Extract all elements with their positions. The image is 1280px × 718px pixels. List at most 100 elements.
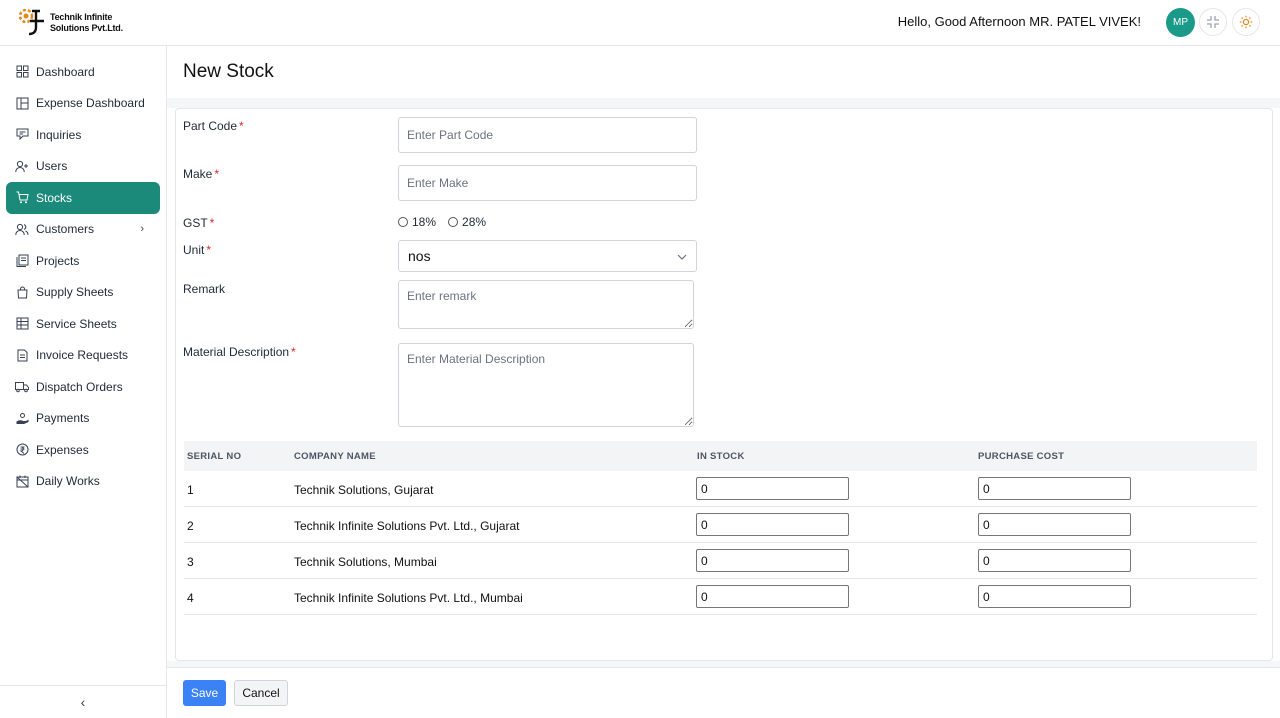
calendar-icon bbox=[15, 474, 29, 488]
logo-line1: Technik Infinite bbox=[50, 12, 113, 22]
in-stock-input[interactable] bbox=[696, 585, 849, 608]
sun-icon bbox=[1239, 15, 1253, 29]
serial-cell: 2 bbox=[187, 519, 194, 533]
greeting-text: Hello, Good Afternoon MR. PATEL VIVEK! bbox=[897, 14, 1141, 29]
sidebar-item-label: Daily Works bbox=[36, 474, 100, 489]
company-cell: Technik Infinite Solutions Pvt. Ltd., Mu… bbox=[294, 591, 523, 605]
sidebar-item-expense-dashboard[interactable]: Expense Dashboard bbox=[6, 88, 160, 120]
required-marker: * bbox=[291, 345, 296, 359]
inquiry-icon bbox=[15, 128, 29, 142]
sheet-icon bbox=[15, 317, 29, 331]
minimize-icon bbox=[1207, 16, 1219, 28]
unit-label: Unit * bbox=[183, 243, 212, 257]
sidebar-item-expenses[interactable]: Expenses bbox=[6, 434, 160, 466]
divider bbox=[167, 98, 1280, 108]
required-marker: * bbox=[206, 243, 212, 257]
sidebar-item-projects[interactable]: Projects bbox=[6, 245, 160, 277]
form-footer bbox=[167, 667, 1280, 718]
chevron-right-icon: › bbox=[140, 222, 144, 235]
users-icon bbox=[15, 222, 29, 236]
serial-cell: 3 bbox=[187, 555, 194, 569]
truck-icon bbox=[15, 380, 29, 394]
in-stock-input[interactable] bbox=[696, 513, 849, 536]
required-marker: * bbox=[214, 167, 220, 181]
purchase-cost-input[interactable] bbox=[978, 513, 1131, 536]
table-row: 3 Technik Solutions, Mumbai bbox=[184, 543, 1257, 579]
logo-mark-icon bbox=[18, 8, 44, 36]
sidebar-item-customers[interactable]: Customers › bbox=[6, 214, 160, 246]
bag-icon bbox=[15, 285, 29, 299]
sidebar-item-label: Projects bbox=[36, 253, 80, 268]
purchase-cost-input[interactable] bbox=[978, 549, 1131, 572]
table-row: 2 Technik Infinite Solutions Pvt. Ltd., … bbox=[184, 507, 1257, 543]
sidebar-item-label: Stocks bbox=[36, 190, 73, 205]
theme-toggle-button[interactable] bbox=[1232, 8, 1260, 36]
required-marker: * bbox=[209, 216, 215, 230]
invoice-icon bbox=[15, 348, 29, 362]
gst-label: GST * bbox=[183, 216, 215, 230]
part-code-label: Part Code * bbox=[183, 119, 244, 133]
sidebar-item-label: Payments bbox=[36, 411, 90, 426]
gst-radio-group: 18% 28% bbox=[398, 215, 498, 229]
sidebar-item-users[interactable]: Users bbox=[6, 151, 160, 183]
radio-button[interactable] bbox=[448, 217, 459, 227]
sidebar-item-label: Invoice Requests bbox=[36, 348, 129, 363]
cart-icon bbox=[15, 191, 29, 205]
sidebar-item-label: Dispatch Orders bbox=[36, 379, 123, 394]
gst-option-28[interactable]: 28% bbox=[448, 215, 486, 229]
top-header: Technik Infinite Solutions Pvt.Ltd. Hell… bbox=[0, 0, 1280, 46]
sidebar-item-label: Dashboard bbox=[36, 64, 95, 79]
cancel-button[interactable]: Cancel bbox=[234, 680, 288, 706]
minimize-button[interactable] bbox=[1199, 8, 1227, 36]
sidebar-item-supply-sheets[interactable]: Supply Sheets bbox=[6, 277, 160, 309]
sidebar-item-payments[interactable]: Payments bbox=[6, 403, 160, 435]
make-input[interactable] bbox=[398, 165, 697, 201]
gst-option-18[interactable]: 18% bbox=[398, 215, 436, 229]
serial-cell: 1 bbox=[187, 483, 194, 497]
payment-icon bbox=[15, 411, 29, 425]
unit-select[interactable]: nos bbox=[398, 240, 697, 272]
table-row: 1 Technik Solutions, Gujarat bbox=[184, 471, 1257, 507]
sidebar-item-inquiries[interactable]: Inquiries bbox=[6, 119, 160, 151]
table-header: SERIAL NO COMPANY NAME IN STOCK PURCHASE… bbox=[184, 441, 1257, 471]
material-description-textarea[interactable] bbox=[398, 343, 694, 427]
sidebar-item-dispatch-orders[interactable]: Dispatch Orders bbox=[6, 371, 160, 403]
sidebar-item-daily-works[interactable]: Daily Works bbox=[6, 466, 160, 498]
avatar[interactable]: MP bbox=[1166, 8, 1195, 37]
sidebar-item-label: Expenses bbox=[36, 442, 89, 457]
radio-button[interactable] bbox=[398, 217, 408, 227]
page-title: New Stock bbox=[183, 61, 274, 82]
remark-textarea[interactable] bbox=[398, 280, 694, 329]
part-code-input[interactable] bbox=[398, 117, 697, 153]
company-cell: Technik Solutions, Gujarat bbox=[294, 483, 434, 497]
company-logo[interactable]: Technik Infinite Solutions Pvt.Ltd. bbox=[18, 6, 128, 40]
sidebar: Dashboard Expense Dashboard Inquiries Us… bbox=[0, 46, 167, 718]
sidebar-item-invoice-requests[interactable]: Invoice Requests bbox=[6, 340, 160, 372]
in-stock-input[interactable] bbox=[696, 549, 849, 572]
logo-line2: Solutions Pvt.Ltd. bbox=[50, 23, 123, 33]
chevron-left-icon: ‹ bbox=[80, 694, 86, 710]
company-cell: Technik Infinite Solutions Pvt. Ltd., Gu… bbox=[294, 519, 520, 533]
sidebar-item-stocks[interactable]: Stocks bbox=[6, 182, 160, 214]
purchase-cost-input[interactable] bbox=[978, 585, 1131, 608]
sidebar-item-label: Users bbox=[36, 159, 68, 174]
chevron-down-icon bbox=[677, 254, 687, 260]
sidebar-nav: Dashboard Expense Dashboard Inquiries Us… bbox=[0, 46, 166, 497]
serial-cell: 4 bbox=[187, 591, 194, 605]
sidebar-item-service-sheets[interactable]: Service Sheets bbox=[6, 308, 160, 340]
sidebar-item-label: Expense Dashboard bbox=[36, 96, 145, 111]
in-stock-input[interactable] bbox=[696, 477, 849, 500]
column-header-in-stock: IN STOCK bbox=[697, 451, 745, 462]
company-cell: Technik Solutions, Mumbai bbox=[294, 555, 437, 569]
column-header-serial: SERIAL NO bbox=[187, 451, 242, 462]
make-label: Make * bbox=[183, 167, 220, 181]
column-header-purchase-cost: PURCHASE COST bbox=[978, 451, 1065, 462]
save-button[interactable]: Save bbox=[183, 680, 226, 706]
grid-icon bbox=[15, 65, 29, 79]
user-plus-icon bbox=[15, 159, 29, 173]
collapse-sidebar-button[interactable]: ‹ bbox=[0, 685, 166, 718]
sidebar-item-dashboard[interactable]: Dashboard bbox=[6, 56, 160, 88]
unit-select-value: nos bbox=[408, 248, 431, 264]
purchase-cost-input[interactable] bbox=[978, 477, 1131, 500]
required-marker: * bbox=[239, 119, 244, 133]
